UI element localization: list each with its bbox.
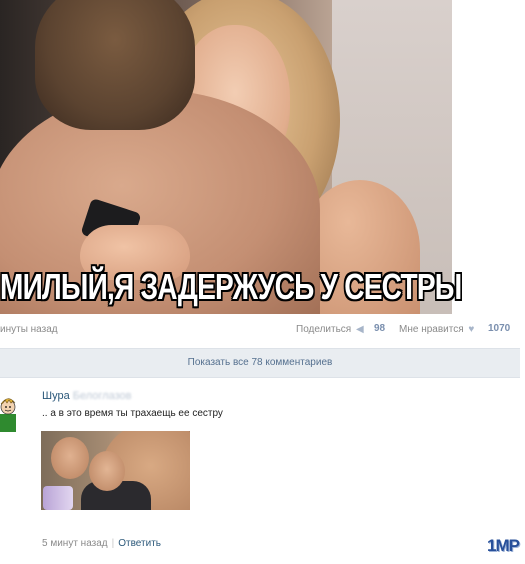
- avatar-icon: [0, 398, 16, 432]
- like-count: 1070: [488, 323, 511, 334]
- avatar[interactable]: [0, 394, 18, 432]
- megaphone-icon: ◀: [356, 324, 364, 335]
- laughing-face-right: [89, 451, 125, 491]
- post-meta: инуты назад Поделиться ◀ 98 Мне нравится…: [0, 320, 525, 338]
- comment-footer: 5 минут назад | Ответить: [42, 538, 161, 549]
- footer-separator: |: [111, 538, 115, 549]
- man-head: [35, 0, 195, 130]
- comment-text: .. а в это время ты трахаещь ее сестру: [42, 408, 223, 419]
- watermark-logo: 1MP: [487, 536, 520, 555]
- show-all-comments-button[interactable]: Показать все 78 комментариев: [0, 348, 520, 378]
- bottles: [43, 486, 73, 510]
- like-button[interactable]: Мне нравится ♥: [399, 324, 476, 335]
- comment-time[interactable]: 5 минут назад: [42, 538, 108, 549]
- post-time[interactable]: инуты назад: [0, 324, 58, 335]
- author-last-name: Белоглазов: [72, 390, 132, 402]
- laughing-face-left: [51, 437, 89, 479]
- reply-link[interactable]: Ответить: [118, 538, 161, 549]
- like-label: Мне нравится: [399, 324, 464, 336]
- meme-caption: МИЛЫЙ,Я ЗАДЕРЖУСЬ У СЕСТРЫ: [0, 266, 462, 307]
- share-label: Поделиться: [296, 324, 352, 336]
- share-button[interactable]: Поделиться ◀: [296, 324, 366, 335]
- comment-photo[interactable]: [41, 431, 190, 510]
- author-first-name: Шура: [42, 390, 70, 402]
- comment-author[interactable]: Шура Белоглазов: [42, 390, 131, 402]
- comment: Шура Белоглазов .. а в это время ты трах…: [0, 384, 525, 564]
- share-count: 98: [374, 323, 386, 334]
- heart-icon: ♥: [468, 324, 475, 335]
